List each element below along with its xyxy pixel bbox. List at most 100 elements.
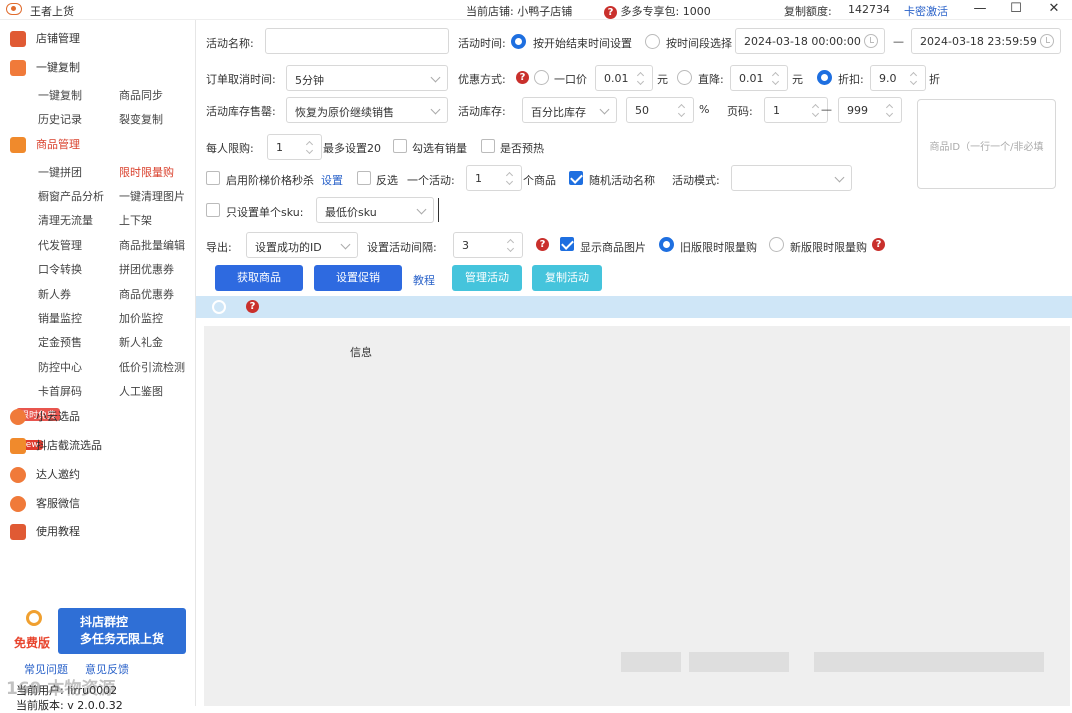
stock-sold-label: 活动库存售罄: bbox=[206, 105, 276, 118]
cancel-time-select[interactable]: 5分钟 bbox=[286, 65, 448, 91]
sidebar-sub-item-active[interactable]: 限时限量购 bbox=[119, 164, 174, 180]
sidebar-sub-item[interactable]: 低价引流检测 bbox=[119, 359, 185, 375]
single-sku-select[interactable]: 最低价sku bbox=[316, 197, 434, 223]
discount-reduce-radio[interactable] bbox=[677, 70, 692, 85]
page-from-input[interactable]: 1 bbox=[764, 97, 828, 123]
sidebar-sub-item[interactable]: 代发管理 bbox=[38, 237, 82, 253]
stock-sold-select[interactable]: 恢复为原价继续销售 bbox=[286, 97, 448, 123]
spinner-icon[interactable] bbox=[506, 238, 516, 252]
sidebar-sub-item[interactable]: 销量监控 bbox=[38, 310, 82, 326]
clock-icon bbox=[1040, 34, 1054, 48]
help-icon[interactable]: ? bbox=[246, 300, 259, 313]
one-activity-input[interactable]: 1 bbox=[466, 165, 522, 191]
sidebar-sub-item[interactable]: 历史记录 bbox=[38, 111, 82, 127]
chat-icon bbox=[10, 467, 26, 483]
end-time-input[interactable]: 2024-03-18 23:59:59 bbox=[911, 28, 1061, 54]
manage-activity-button[interactable]: 管理活动 bbox=[452, 265, 522, 291]
spinner-icon[interactable] bbox=[305, 140, 315, 154]
tier-checkbox[interactable] bbox=[206, 171, 220, 185]
package-info: ? 多多专享包: 1000 bbox=[604, 3, 711, 19]
maximize-icon[interactable]: ☐ bbox=[1006, 1, 1026, 17]
sidebar-sub-item[interactable]: 拼团优惠券 bbox=[119, 261, 174, 277]
per-limit-input[interactable]: 1 bbox=[267, 134, 322, 160]
tier-settings-link[interactable]: 设置 bbox=[321, 172, 343, 188]
spinner-icon[interactable] bbox=[677, 103, 687, 117]
log-area[interactable]: 信息 bbox=[204, 326, 1070, 706]
close-icon[interactable]: ✕ bbox=[1044, 1, 1064, 17]
sidebar-sub-item[interactable]: 加价监控 bbox=[119, 310, 163, 326]
sidebar-sub-item[interactable]: 定金预售 bbox=[38, 334, 82, 350]
help-icon[interactable]: ? bbox=[536, 238, 549, 251]
sidebar-sub-item[interactable]: 防控中心 bbox=[38, 359, 82, 375]
percent-unit: % bbox=[699, 103, 710, 116]
single-sku-label: 只设置单个sku: bbox=[226, 206, 304, 219]
product-id-textarea[interactable]: 商品ID（一行一个/非必填 bbox=[917, 99, 1056, 189]
reverse-checkbox-label: 反选 bbox=[376, 174, 398, 187]
random-name-checkbox[interactable] bbox=[569, 171, 583, 185]
one-activity-label: 一个活动: bbox=[407, 174, 455, 187]
discount-fixed-input[interactable]: 0.01 bbox=[595, 65, 653, 91]
sidebar-sub-item[interactable]: 一键复制 bbox=[38, 87, 82, 103]
set-promotion-button[interactable]: 设置促销 bbox=[314, 265, 402, 291]
discount-rate-input[interactable]: 9.0 bbox=[870, 65, 926, 91]
discount-fixed-radio[interactable] bbox=[534, 70, 549, 85]
spinner-icon[interactable] bbox=[771, 71, 781, 85]
activity-name-input[interactable] bbox=[265, 28, 449, 54]
spinner-icon[interactable] bbox=[885, 103, 895, 117]
activate-link[interactable]: 卡密激活 bbox=[904, 3, 948, 19]
time-option-1-radio[interactable] bbox=[511, 34, 526, 49]
sidebar-sub-item[interactable]: 上下架 bbox=[119, 212, 152, 228]
sidebar-sub-item[interactable]: 人工鉴图 bbox=[119, 383, 163, 399]
stock-value-input[interactable]: 50 bbox=[626, 97, 694, 123]
mode-select[interactable] bbox=[731, 165, 852, 191]
interval-input[interactable]: 3 bbox=[453, 232, 523, 258]
spinner-icon[interactable] bbox=[636, 71, 646, 85]
watermark: 169 本物资源 bbox=[6, 679, 116, 699]
activity-name-label: 活动名称: bbox=[206, 37, 254, 50]
sidebar-sub-item[interactable]: 一键清理图片 bbox=[119, 188, 185, 204]
unit-zhe: 折 bbox=[929, 73, 940, 86]
sidebar-item-douyin[interactable]: 抖店截流选品 new bbox=[10, 437, 102, 454]
sidebar-sub-item[interactable]: 裂变复制 bbox=[119, 111, 163, 127]
presale-checkbox[interactable] bbox=[481, 139, 495, 153]
reverse-checkbox[interactable] bbox=[357, 171, 371, 185]
grid-icon bbox=[10, 137, 26, 153]
sidebar-sub-item[interactable]: 橱窗产品分析 bbox=[38, 188, 104, 204]
copy-activity-button[interactable]: 复制活动 bbox=[532, 265, 602, 291]
sidebar-sub-item[interactable]: 卡首屏码 bbox=[38, 383, 82, 399]
single-sku-checkbox[interactable] bbox=[206, 203, 220, 217]
old-version-radio[interactable] bbox=[659, 237, 674, 252]
sales-checkbox[interactable] bbox=[393, 139, 407, 153]
start-time-input[interactable]: 2024-03-18 00:00:00 bbox=[735, 28, 885, 54]
title-bar: 王者上货 当前店铺: 小鸭子店铺 ? 多多专享包: 1000 复制额度: 142… bbox=[0, 0, 1072, 20]
spinner-icon[interactable] bbox=[909, 71, 919, 85]
show-image-checkbox[interactable] bbox=[560, 237, 574, 251]
discount-reduce-input[interactable]: 0.01 bbox=[730, 65, 788, 91]
headset-icon bbox=[10, 496, 26, 512]
page-to-input[interactable]: 999 bbox=[838, 97, 902, 123]
tutorial-link[interactable]: 教程 bbox=[413, 272, 435, 288]
spinner-icon[interactable] bbox=[505, 171, 515, 185]
promo-banner[interactable]: 免费版 抖店群控 多任务无限上货 bbox=[8, 608, 186, 654]
sidebar-item-xiaoyun[interactable]: 小云选品 限时免费 bbox=[10, 408, 80, 425]
help-icon[interactable]: ? bbox=[872, 238, 885, 251]
help-icon[interactable]: ? bbox=[604, 5, 617, 19]
sidebar-sub-item[interactable]: 口令转换 bbox=[38, 261, 82, 277]
sidebar-sub-item[interactable]: 商品优惠券 bbox=[119, 286, 174, 302]
sidebar-sub-item[interactable]: 商品批量编辑 bbox=[119, 237, 185, 253]
sidebar-sub-item[interactable]: 新人券 bbox=[38, 286, 71, 302]
sidebar-sub-item[interactable]: 清理无流量 bbox=[38, 212, 93, 228]
spinner-icon[interactable] bbox=[811, 103, 821, 117]
stock-mode-select[interactable]: 百分比库存 bbox=[522, 97, 617, 123]
get-products-button[interactable]: 获取商品 bbox=[215, 265, 303, 291]
new-version-radio[interactable] bbox=[769, 237, 784, 252]
sidebar-sub-item[interactable]: 商品同步 bbox=[119, 87, 163, 103]
sidebar-sub-item[interactable]: 一键拼团 bbox=[38, 164, 82, 180]
discount-reduce-label: 直降: bbox=[698, 73, 724, 86]
discount-rate-radio[interactable] bbox=[817, 70, 832, 85]
minimize-icon[interactable]: — bbox=[970, 1, 990, 17]
help-icon[interactable]: ? bbox=[516, 71, 529, 84]
sidebar-sub-item[interactable]: 新人礼金 bbox=[119, 334, 163, 350]
time-option-2-radio[interactable] bbox=[645, 34, 660, 49]
export-select[interactable]: 设置成功的ID bbox=[246, 232, 358, 258]
